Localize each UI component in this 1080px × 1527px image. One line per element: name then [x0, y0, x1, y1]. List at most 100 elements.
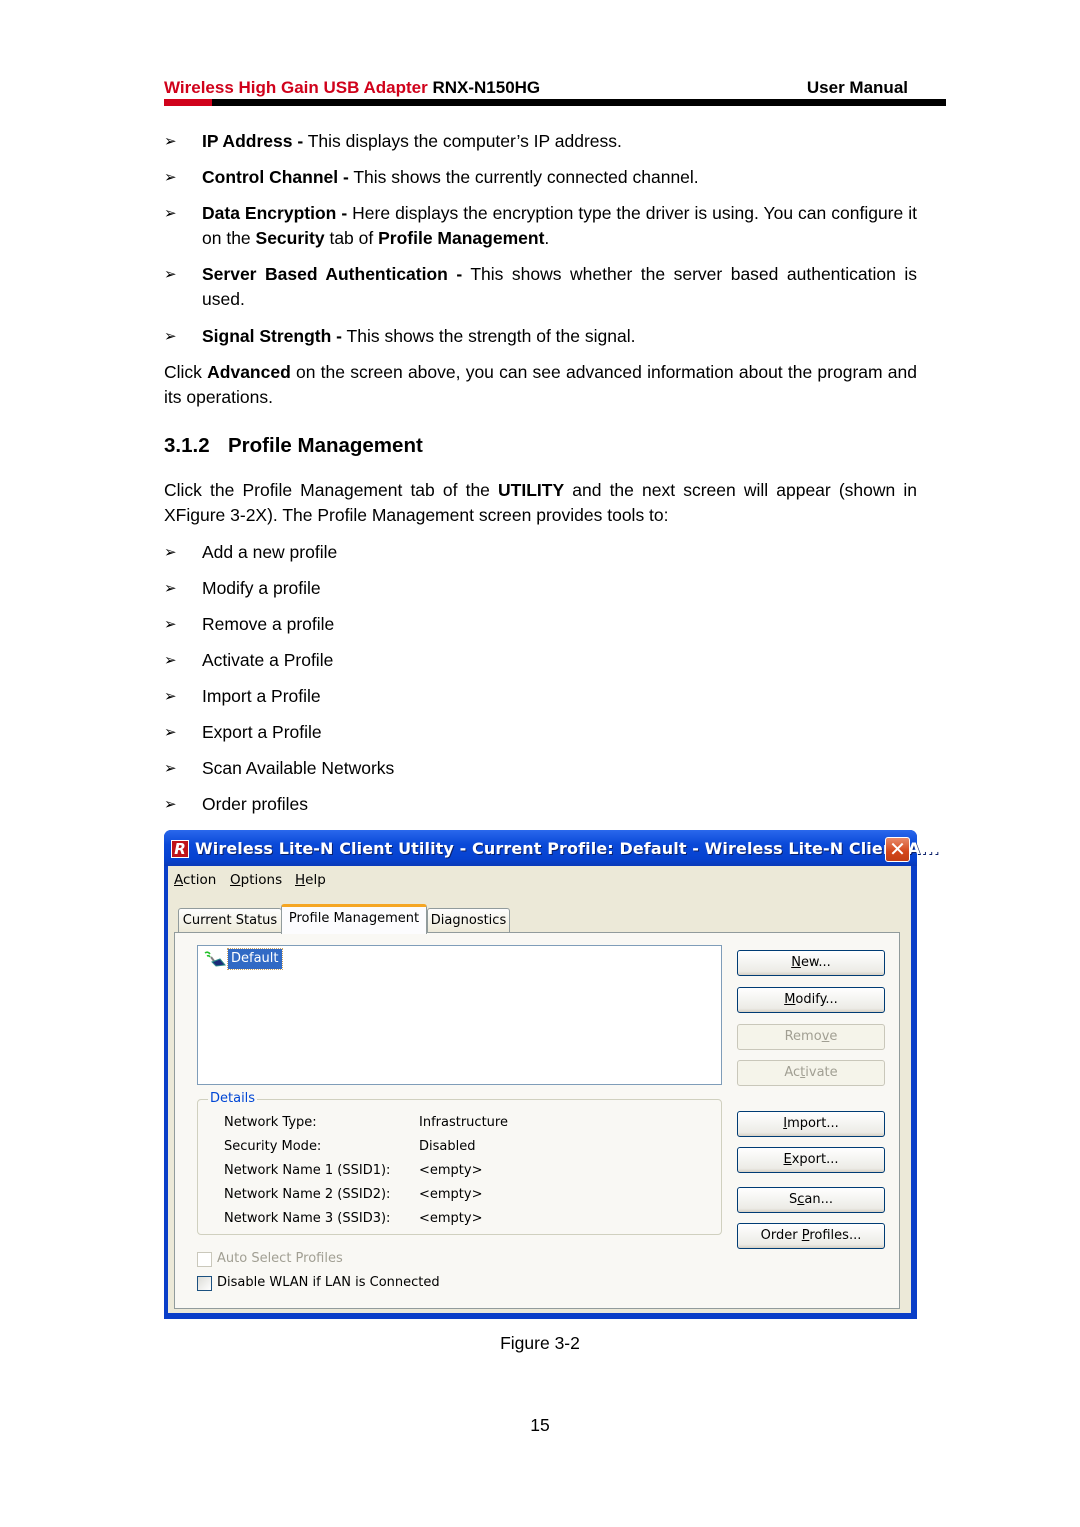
tool-text: Export a Profile [202, 722, 322, 742]
tool-item: ➢ Order profiles [164, 792, 917, 817]
tool-item: ➢ Remove a profile [164, 612, 917, 637]
btn-text: rofiles... [809, 1228, 862, 1243]
bullet-control-channel: ➢ Control Channel - This shows the curre… [164, 165, 917, 190]
arrow-bullet-icon: ➢ [164, 169, 177, 186]
para-text: Click [164, 362, 208, 382]
header-rule [164, 99, 946, 106]
bullet-ip-address: ➢ IP Address - This displays the compute… [164, 129, 917, 154]
btn-text: odify... [795, 992, 838, 1007]
detail-label: Network Name 2 (SSID2): [224, 1187, 391, 1202]
checkbox-box[interactable] [197, 1252, 212, 1267]
import-button[interactable]: Import... [737, 1111, 885, 1137]
bullet-term: Control Channel - [202, 167, 349, 187]
scan-button[interactable]: Scan... [737, 1187, 885, 1213]
running-header: Wireless High Gain USB Adapter RNX-N150H… [164, 78, 910, 98]
menu-mnemonic: H [295, 872, 306, 888]
arrow-bullet-icon: ➢ [164, 652, 177, 669]
checkbox-label: Auto Select Profiles [217, 1251, 343, 1266]
bullet-text: This displays the computer’s IP address. [303, 131, 622, 151]
export-button[interactable]: Export... [737, 1147, 885, 1173]
tool-text: Activate a Profile [202, 650, 334, 670]
details-legend: Details [208, 1091, 258, 1106]
profile-list[interactable]: Default [197, 945, 722, 1085]
arrow-bullet-icon: ➢ [164, 580, 177, 597]
advanced-paragraph: Click Advanced on the screen above, you … [164, 360, 917, 410]
btn-text: Remo [784, 1029, 822, 1044]
bullet-text: This shows the currently connected chann… [348, 167, 699, 187]
menu-label: ptions [240, 872, 283, 888]
order-profiles-button[interactable]: Order Profiles... [737, 1223, 885, 1249]
menu-action[interactable]: Action [174, 872, 216, 888]
section-heading: 3.1.2 Profile Management [164, 434, 423, 458]
bullet-term: Signal Strength - [202, 326, 342, 346]
profile-name: Default [227, 948, 283, 970]
menu-help[interactable]: Help [295, 872, 326, 888]
new-button[interactable]: New... [737, 950, 885, 976]
tool-text: Import a Profile [202, 686, 321, 706]
bullet-signal-strength: ➢ Signal Strength - This shows the stren… [164, 324, 917, 349]
btn-mnemonic: E [783, 1152, 792, 1167]
menu-bar: Action Options Help [168, 866, 911, 892]
tool-text: Remove a profile [202, 614, 335, 634]
detail-label: Network Name 3 (SSID3): [224, 1211, 391, 1226]
tab-diagnostics[interactable]: Diagnostics [427, 908, 510, 932]
tool-text: Scan Available Networks [202, 758, 395, 778]
tool-item: ➢ Import a Profile [164, 684, 917, 709]
arrow-bullet-icon: ➢ [164, 688, 177, 705]
header-model: RNX-N150HG [432, 78, 541, 97]
arrow-bullet-icon: ➢ [164, 724, 177, 741]
wireless-profile-icon [204, 951, 226, 967]
tool-item: ➢ Modify a profile [164, 576, 917, 601]
bullet-text: This shows the strength of the signal. [342, 326, 636, 346]
tool-text: Add a new profile [202, 542, 338, 562]
profile-management-panel: Default Details Network Type: Infrastruc… [174, 932, 900, 1309]
arrow-bullet-icon: ➢ [164, 796, 177, 813]
btn-text: ivate [805, 1065, 838, 1080]
detail-value: Infrastructure [419, 1115, 508, 1130]
arrow-bullet-icon: ➢ [164, 133, 177, 150]
menu-options[interactable]: Options [230, 872, 282, 888]
activate-button[interactable]: Activate [737, 1060, 885, 1086]
checkbox-box[interactable] [197, 1276, 212, 1291]
close-icon: ✕ [889, 837, 906, 861]
detail-label: Security Mode: [224, 1139, 322, 1154]
section-title: Profile Management [228, 434, 423, 457]
window-title: Wireless Lite-N Client Utility - Current… [195, 839, 940, 858]
btn-mnemonic: M [784, 992, 796, 1007]
detail-value: Disabled [419, 1139, 476, 1154]
para-bold: UTILITY [498, 480, 565, 500]
tab-profile-management[interactable]: Profile Management [281, 904, 427, 934]
checkbox-label: Disable WLAN if LAN is Connected [217, 1275, 440, 1290]
bullet-term: IP Address - [202, 131, 304, 151]
bullet-text: tab of [324, 228, 379, 248]
tool-item: ➢ Scan Available Networks [164, 756, 917, 781]
header-product: Wireless High Gain USB Adapter [164, 78, 428, 97]
bullet-bold: Security [255, 228, 325, 248]
menu-label: ction [183, 872, 217, 888]
remove-button[interactable]: Remove [737, 1024, 885, 1050]
tool-item: ➢ Add a new profile [164, 540, 917, 565]
bullet-term: Server Based Authentication - [202, 264, 463, 284]
detail-label: Network Type: [224, 1115, 317, 1130]
menu-label: elp [305, 872, 326, 888]
modify-button[interactable]: Modify... [737, 987, 885, 1013]
btn-mnemonic: N [791, 955, 801, 970]
intro-paragraph: Click the Profile Management tab of the … [164, 478, 917, 528]
arrow-bullet-icon: ➢ [164, 205, 177, 222]
window-titlebar[interactable]: R Wireless Lite-N Client Utility - Curre… [164, 830, 939, 866]
menu-mnemonic: A [174, 872, 183, 888]
figure-caption: Figure 3-2 [500, 1333, 580, 1353]
detail-value: <empty> [419, 1187, 483, 1202]
bullet-server-auth: ➢ Server Based Authentication - This sho… [164, 262, 917, 312]
close-button[interactable]: ✕ [885, 837, 910, 862]
page-number: 15 [530, 1415, 550, 1435]
tab-current-status[interactable]: Current Status [178, 908, 282, 932]
btn-text: Ac [784, 1065, 801, 1080]
utility-window: R Wireless Lite-N Client Utility - Curre… [164, 830, 939, 1319]
header-doc-type: User Manual [806, 78, 908, 97]
arrow-bullet-icon: ➢ [164, 266, 177, 283]
detail-label: Network Name 1 (SSID1): [224, 1163, 391, 1178]
bullet-term: Data Encryption - [202, 203, 348, 223]
arrow-bullet-icon: ➢ [164, 760, 177, 777]
detail-value: <empty> [419, 1163, 483, 1178]
